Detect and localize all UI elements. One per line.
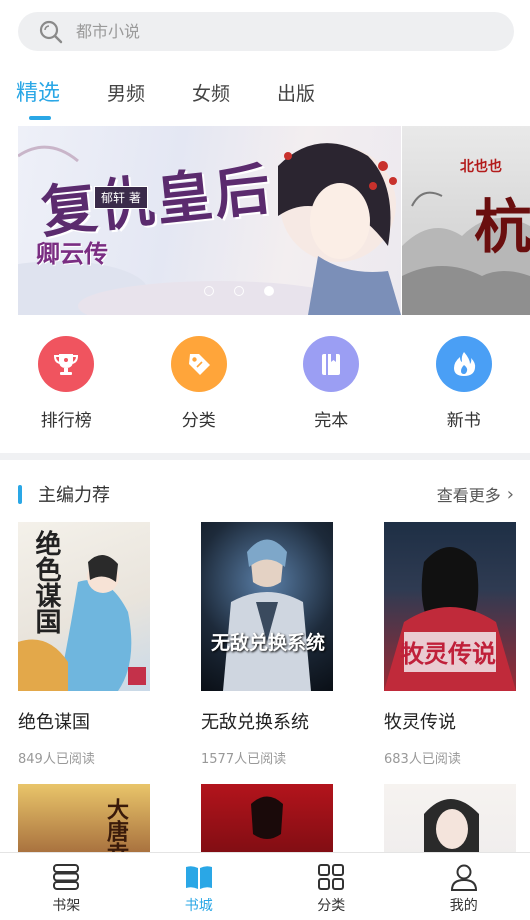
- book-card[interactable]: [201, 784, 333, 852]
- carousel-dot-active[interactable]: [264, 286, 274, 296]
- section-title: 主编力荐: [18, 481, 110, 507]
- book-title: 牧灵传说: [384, 712, 456, 733]
- ranking-label: 排行榜: [40, 411, 92, 431]
- new-books-label: 新书: [446, 411, 481, 431]
- banner-carousel[interactable]: 复仇皇后 郁轩 著 卿云传 北也也 杭: [18, 126, 530, 315]
- banner-next-char: 杭: [474, 193, 530, 261]
- nav-bookshelf-label: 书架: [52, 898, 81, 914]
- book-cover: 无敌兑换系统: [201, 522, 333, 691]
- tab-female[interactable]: 女频: [192, 78, 230, 120]
- book-cover: 大唐幸三: [18, 784, 150, 852]
- section-header: 主编力荐 查看更多 ›: [18, 481, 514, 507]
- book-cover: 绝色谋国: [18, 522, 150, 691]
- recommended-books: 绝色谋国 绝色谋国 849人已阅读 无敌兑换系统 无敌兑换系统 1577人已阅读: [18, 522, 530, 852]
- trophy-icon: [38, 336, 95, 392]
- book-card[interactable]: 大唐幸三: [18, 784, 150, 852]
- book-cover: 牧灵传说: [384, 522, 516, 691]
- banner-slide-next[interactable]: 北也也 杭: [402, 126, 530, 315]
- bookshelf-icon: [53, 864, 80, 890]
- cover-art: [424, 799, 479, 852]
- nav-bookstore-label: 书城: [184, 898, 213, 914]
- nav-profile[interactable]: 我的: [398, 853, 530, 920]
- banner-next-title: 北也也: [460, 159, 502, 175]
- flame-icon: [435, 336, 492, 392]
- cover-title: 牧灵传说: [400, 639, 496, 668]
- tab-publish[interactable]: 出版: [277, 78, 315, 120]
- book-cover: [201, 784, 333, 852]
- cover-title: 绝色谋国: [31, 530, 61, 634]
- book-title: 无敌兑换系统: [201, 712, 309, 733]
- search-icon: [39, 20, 63, 43]
- nav-bookshelf[interactable]: 书架: [0, 853, 133, 920]
- tab-featured[interactable]: 精选: [16, 78, 60, 120]
- finished-button[interactable]: 完本: [265, 336, 398, 431]
- view-more-link[interactable]: 查看更多 ›: [437, 482, 514, 506]
- carousel-dot[interactable]: [234, 286, 244, 296]
- book-card[interactable]: 绝色谋国 绝色谋国 849人已阅读: [18, 522, 150, 767]
- nav-bookstore[interactable]: 书城: [133, 853, 266, 920]
- banner-subtitle: 卿云传: [36, 239, 108, 268]
- book-icon: [303, 336, 360, 392]
- section-divider: [0, 453, 530, 460]
- category-label: 分类: [181, 411, 216, 431]
- carousel-indicator: [204, 286, 274, 296]
- tag-icon: [170, 336, 227, 392]
- section-title-text: 主编力荐: [38, 485, 110, 506]
- section-accent-bar: [18, 484, 22, 504]
- view-more-label: 查看更多: [436, 486, 501, 505]
- cover-art: [251, 796, 283, 839]
- grid-icon: [318, 864, 345, 890]
- category-shortcuts: 排行榜 分类 完本 新书: [0, 336, 530, 431]
- new-books-button[interactable]: 新书: [398, 336, 530, 431]
- cover-title: 无敌兑换系统: [211, 632, 326, 654]
- category-button[interactable]: 分类: [133, 336, 266, 431]
- tab-male[interactable]: 男频: [107, 78, 145, 120]
- banner-slide-main[interactable]: 复仇皇后 郁轩 著 卿云传: [18, 126, 401, 315]
- finished-label: 完本: [314, 411, 349, 431]
- nav-category[interactable]: 分类: [265, 853, 398, 920]
- cover-art: [223, 539, 311, 691]
- book-card[interactable]: 无敌兑换系统 无敌兑换系统 1577人已阅读: [201, 522, 333, 767]
- cover-title: 大唐幸三: [103, 798, 129, 852]
- nav-profile-label: 我的: [449, 898, 478, 914]
- channel-tabs: 精选 男频 女频 出版: [16, 78, 362, 120]
- chevron-right-icon: ›: [506, 483, 514, 505]
- open-book-icon: [185, 866, 212, 889]
- book-read-count: 683人已阅读: [384, 752, 461, 767]
- carousel-dot[interactable]: [204, 286, 214, 296]
- nav-category-label: 分类: [317, 898, 346, 914]
- book-read-count: 849人已阅读: [18, 752, 95, 767]
- bottom-navigation: 书架 书城 分类 我的: [0, 852, 530, 920]
- search-input[interactable]: [76, 22, 456, 41]
- ranking-button[interactable]: 排行榜: [0, 336, 133, 431]
- book-card[interactable]: 牧灵传说 牧灵传说 683人已阅读: [384, 522, 516, 767]
- book-read-count: 1577人已阅读: [201, 752, 287, 767]
- book-card[interactable]: [384, 784, 516, 852]
- book-title: 绝色谋国: [18, 712, 90, 733]
- search-bar[interactable]: [18, 12, 514, 51]
- banner-author: 郁轩 著: [94, 186, 148, 209]
- user-icon: [450, 864, 477, 891]
- book-cover: [384, 784, 516, 852]
